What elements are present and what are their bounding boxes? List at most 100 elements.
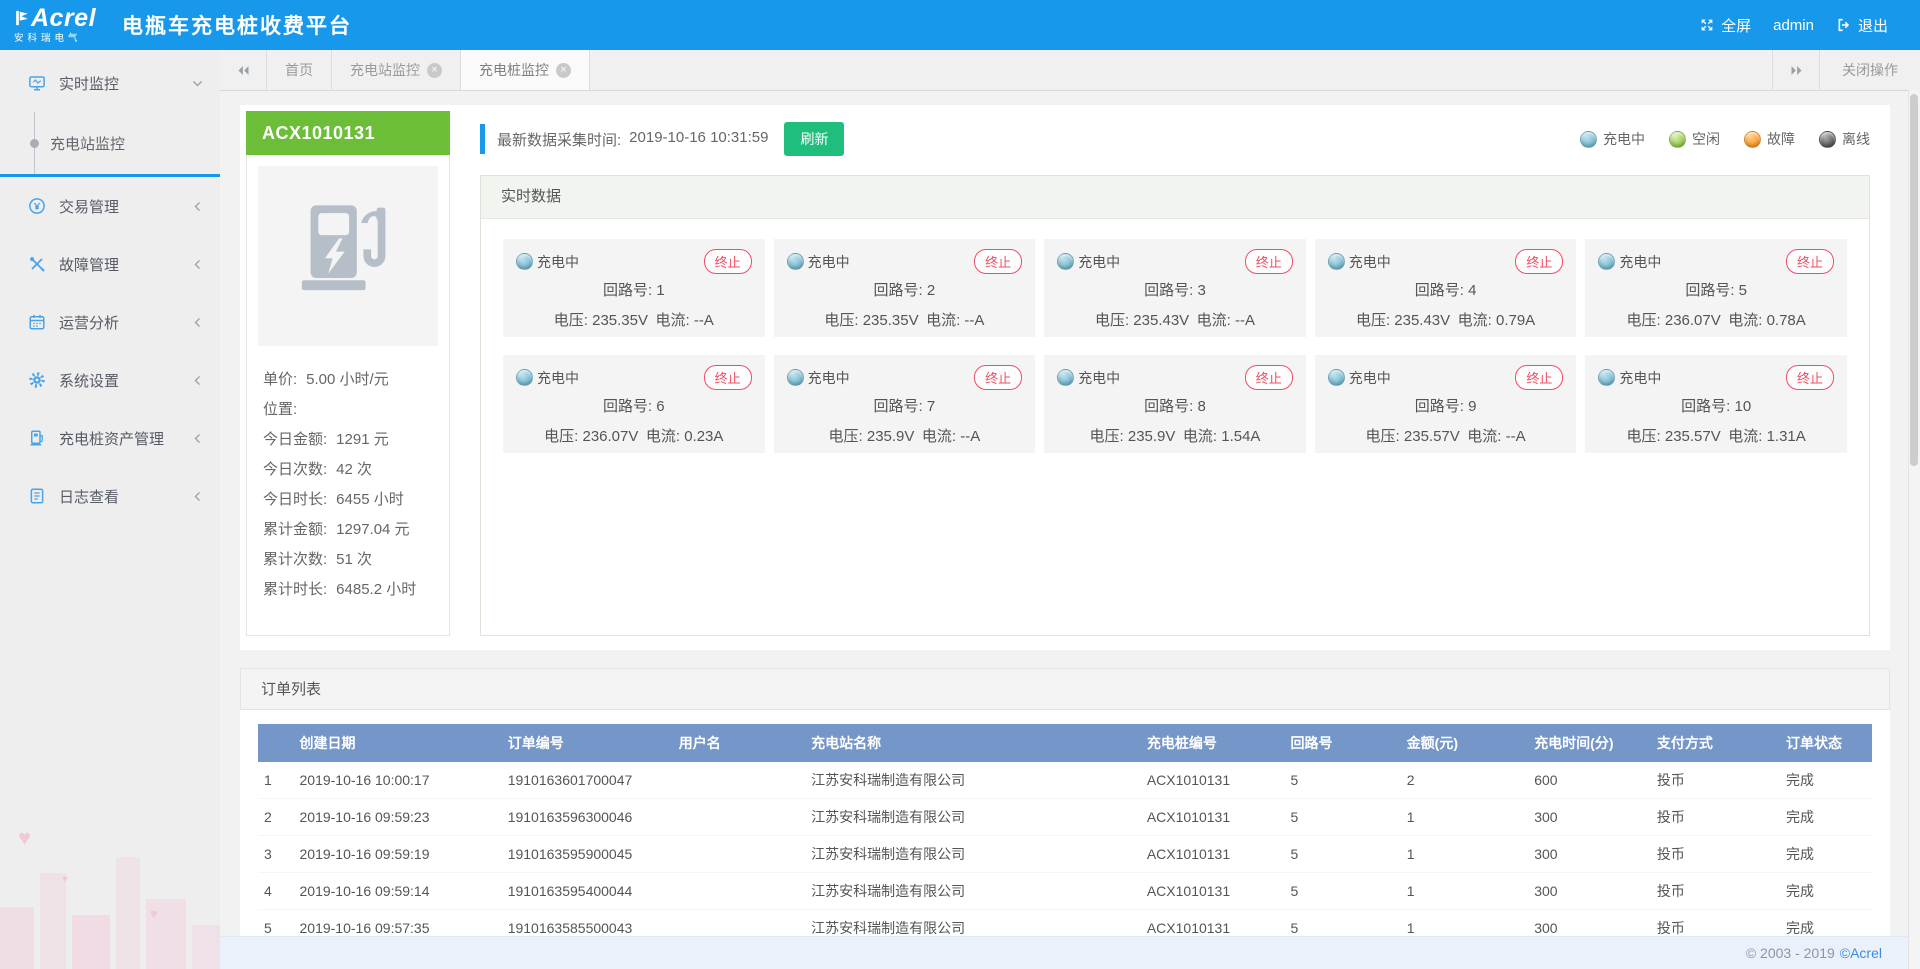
order-cell: ACX1010131 bbox=[1141, 836, 1285, 873]
device-stats: 单价: 5.00 小时/元 位置: 今日金额: 1291 元 今日次数: 42 … bbox=[247, 357, 449, 615]
order-row[interactable]: 32019-10-16 09:59:191910163595900045江苏安科… bbox=[258, 836, 1872, 873]
copyright-text: © 2003 - 2019 bbox=[1746, 945, 1835, 961]
order-cell: 投币 bbox=[1651, 836, 1780, 873]
username[interactable]: admin bbox=[1767, 17, 1820, 34]
order-cell: 完成 bbox=[1780, 873, 1872, 910]
row-index: 4 bbox=[258, 873, 294, 910]
column-header: 创建日期 bbox=[294, 724, 502, 762]
logout-button[interactable]: 退出 bbox=[1830, 15, 1894, 36]
stat-value: 1291 元 bbox=[336, 428, 389, 449]
stop-button[interactable]: 终止 bbox=[1245, 365, 1293, 390]
channel-status: 充电中 bbox=[516, 252, 579, 272]
order-cell: 江苏安科瑞制造有限公司 bbox=[805, 836, 1141, 873]
stat-value: 1297.04 元 bbox=[336, 518, 409, 539]
channel-loop: 回路号: 3 bbox=[1057, 279, 1293, 300]
legend-item: 离线 bbox=[1819, 129, 1870, 149]
collect-time-label: 最新数据采集时间: bbox=[497, 129, 621, 150]
order-cell: 5 bbox=[1284, 873, 1400, 910]
stop-button[interactable]: 终止 bbox=[1786, 365, 1834, 390]
order-cell: 1910163601700047 bbox=[502, 762, 673, 799]
channel-status-label: 充电中 bbox=[1349, 252, 1391, 272]
close-icon[interactable]: × bbox=[556, 63, 571, 78]
status-sphere-icon bbox=[1057, 253, 1074, 270]
stat-label: 累计金额: bbox=[263, 518, 327, 539]
status-sphere-icon bbox=[1744, 131, 1761, 148]
brand-link[interactable]: ©Acrel bbox=[1840, 945, 1882, 961]
order-row[interactable]: 22019-10-16 09:59:231910163596300046江苏安科… bbox=[258, 799, 1872, 836]
channel-card: 充电中 终止 回路号: 10 电压: 235.57V 电流: 1.31A bbox=[1585, 355, 1847, 453]
order-row[interactable]: 12019-10-16 10:00:171910163601700047江苏安科… bbox=[258, 762, 1872, 799]
stop-button[interactable]: 终止 bbox=[1245, 249, 1293, 274]
sidebar-item-pile-asset-manage[interactable]: 充电桩资产管理 bbox=[0, 409, 220, 467]
channel-loop: 回路号: 8 bbox=[1057, 395, 1293, 416]
row-index: 5 bbox=[258, 910, 294, 937]
sidebar-item-label: 日志查看 bbox=[59, 486, 119, 507]
stop-button[interactable]: 终止 bbox=[1515, 249, 1563, 274]
column-header: 用户名 bbox=[673, 724, 805, 762]
sidebar-item-log-view[interactable]: 日志查看 bbox=[0, 467, 220, 525]
stat-value: 51 次 bbox=[336, 548, 372, 569]
scrollbar-thumb[interactable] bbox=[1910, 94, 1918, 466]
channel-loop: 回路号: 6 bbox=[516, 395, 752, 416]
transaction-icon bbox=[28, 197, 46, 215]
tab-home[interactable]: 首页 bbox=[267, 50, 332, 90]
channel-metrics: 电压: 235.9V 电流: 1.54A bbox=[1057, 425, 1293, 446]
logo-subtext: 安科瑞电气 bbox=[14, 34, 96, 44]
order-cell: 5 bbox=[1284, 799, 1400, 836]
stop-button[interactable]: 终止 bbox=[1515, 365, 1563, 390]
channel-metrics: 电压: 236.07V 电流: 0.78A bbox=[1598, 309, 1834, 330]
stop-button[interactable]: 终止 bbox=[704, 365, 752, 390]
tab-label: 充电桩监控 bbox=[479, 60, 549, 80]
order-cell: 1910163585500043 bbox=[502, 910, 673, 937]
tabs-scroll-right-button[interactable] bbox=[1772, 50, 1819, 90]
order-row[interactable]: 52019-10-16 09:57:351910163585500043江苏安科… bbox=[258, 910, 1872, 937]
channel-status: 充电中 bbox=[1057, 252, 1120, 272]
channel-status: 充电中 bbox=[1598, 368, 1661, 388]
charging-pile-image bbox=[258, 166, 438, 346]
refresh-button[interactable]: 刷新 bbox=[784, 122, 844, 156]
order-cell: 投币 bbox=[1651, 873, 1780, 910]
channel-card: 充电中 终止 回路号: 9 电压: 235.57V 电流: --A bbox=[1315, 355, 1577, 453]
stop-button[interactable]: 终止 bbox=[974, 365, 1022, 390]
sidebar: 实时监控 充电站监控 交易管理 故障管理 运营分析 系统设置 充电桩资产管理 bbox=[0, 50, 220, 969]
stop-button[interactable]: 终止 bbox=[974, 249, 1022, 274]
stat-label: 单价: bbox=[263, 368, 297, 389]
tab-label: 首页 bbox=[285, 60, 313, 80]
sidebar-item-operation-analysis[interactable]: 运营分析 bbox=[0, 293, 220, 351]
chevron-left-icon bbox=[191, 490, 204, 503]
status-legend: 充电中空闲故障离线 bbox=[1580, 129, 1870, 149]
order-cell: 1 bbox=[1401, 873, 1529, 910]
page-title: 电瓶车充电桩收费平台 bbox=[122, 10, 352, 40]
sidebar-item-realtime-monitor[interactable]: 实时监控 bbox=[0, 54, 220, 112]
order-cell bbox=[673, 873, 805, 910]
skyline-decoration: ♥ ♥ ♥ bbox=[0, 799, 220, 969]
order-cell: 2019-10-16 10:00:17 bbox=[294, 762, 502, 799]
stop-button[interactable]: 终止 bbox=[1786, 249, 1834, 274]
sidebar-menu: 实时监控 充电站监控 交易管理 故障管理 运营分析 系统设置 充电桩资产管理 bbox=[0, 50, 220, 525]
channel-status: 充电中 bbox=[1328, 252, 1391, 272]
double-left-arrow-icon bbox=[236, 63, 251, 78]
close-operations-button[interactable]: 关闭操作 bbox=[1819, 50, 1920, 90]
sidebar-subitem-station-monitor[interactable]: 充电站监控 bbox=[0, 112, 220, 174]
channel-loop: 回路号: 7 bbox=[787, 395, 1023, 416]
row-index: 3 bbox=[258, 836, 294, 873]
order-row[interactable]: 42019-10-16 09:59:141910163595400044江苏安科… bbox=[258, 873, 1872, 910]
tab-pile-monitor[interactable]: 充电桩监控 × bbox=[461, 50, 590, 90]
tab-station-monitor[interactable]: 充电站监控 × bbox=[332, 50, 461, 90]
channel-status-label: 充电中 bbox=[1078, 368, 1120, 388]
close-icon[interactable]: × bbox=[427, 63, 442, 78]
channel-status: 充电中 bbox=[1598, 252, 1661, 272]
sidebar-item-transaction-manage[interactable]: 交易管理 bbox=[0, 177, 220, 235]
order-cell: 2 bbox=[1401, 762, 1529, 799]
channel-status-label: 充电中 bbox=[1619, 252, 1661, 272]
channel-metrics: 电压: 235.43V 电流: --A bbox=[1057, 309, 1293, 330]
fullscreen-button[interactable]: 全屏 bbox=[1693, 15, 1757, 36]
order-cell: 300 bbox=[1528, 873, 1651, 910]
orders-card: 订单列表 创建日期订单编号用户名充电站名称充电桩编号回路号金额(元)充电时间(分… bbox=[240, 668, 1890, 936]
stop-button[interactable]: 终止 bbox=[704, 249, 752, 274]
order-cell: 600 bbox=[1528, 762, 1651, 799]
sidebar-item-system-settings[interactable]: 系统设置 bbox=[0, 351, 220, 409]
sidebar-item-fault-manage[interactable]: 故障管理 bbox=[0, 235, 220, 293]
order-cell: 2019-10-16 09:59:23 bbox=[294, 799, 502, 836]
tabs-scroll-left-button[interactable] bbox=[220, 50, 267, 90]
